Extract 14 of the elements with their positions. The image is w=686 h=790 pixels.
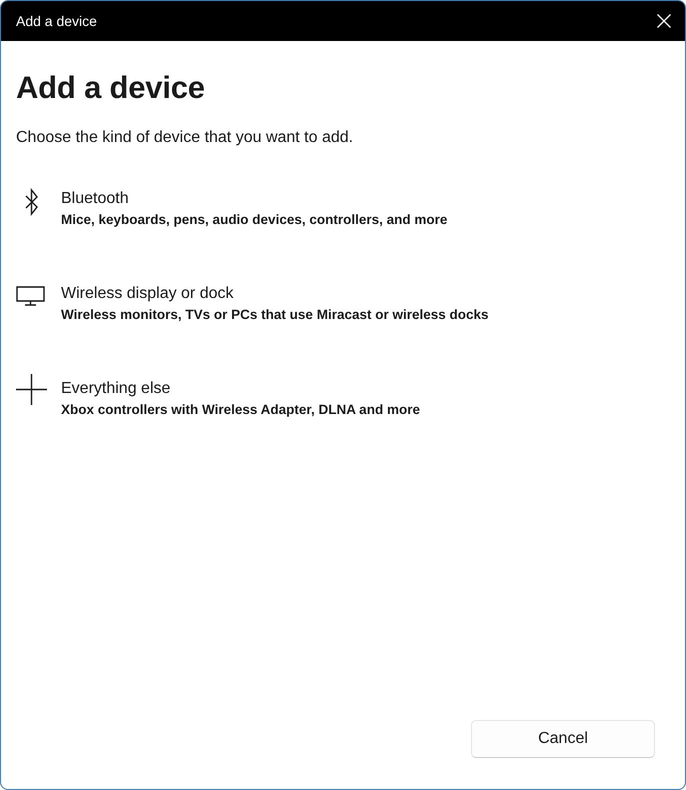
monitor-icon: [16, 286, 45, 306]
option-title[interactable]: Everything else: [61, 378, 170, 400]
option-title[interactable]: Wireless display or dock: [61, 283, 234, 305]
option-description: Xbox controllers with Wireless Adapter, DLNA and more: [61, 401, 420, 419]
bluetooth-icon: [25, 188, 39, 216]
cancel-button[interactable]: Cancel: [471, 720, 655, 758]
option-description: Mice, keyboards, pens, audio devices, controllers, and more: [61, 211, 448, 229]
close-icon: [657, 14, 671, 28]
instruction-text: Choose the kind of device that you want to add.: [16, 128, 354, 148]
option-title[interactable]: Bluetooth: [61, 188, 129, 210]
option-description: Wireless monitors, TVs or PCs that use Miracast or wireless docks: [61, 306, 489, 324]
dialog-heading: Add a device: [16, 69, 206, 107]
window-title: Add a device: [16, 12, 97, 30]
plus-icon: [16, 374, 47, 405]
